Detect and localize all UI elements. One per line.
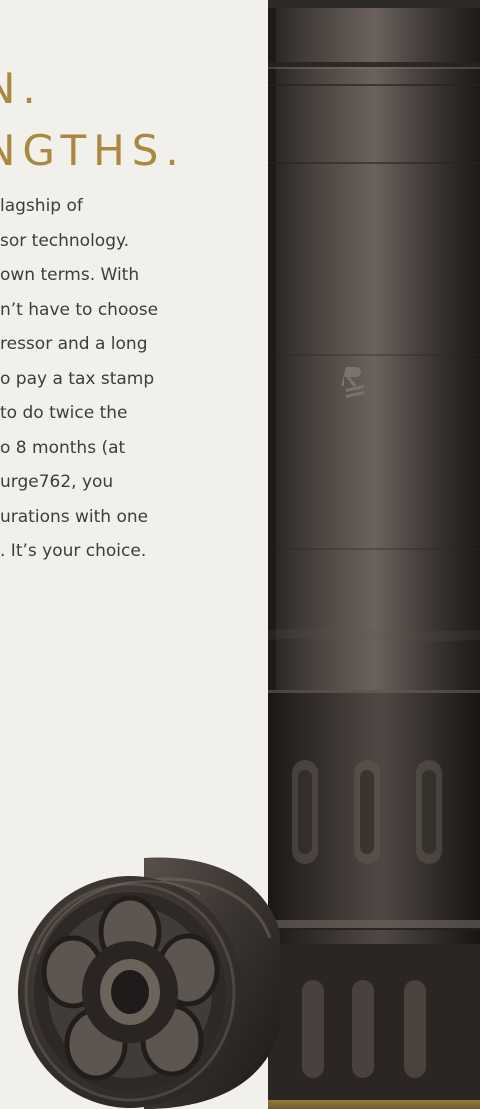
body-line: . It’s your choice. [0,541,147,561]
body-line: o 8 months (at [0,437,126,458]
body-line: own terms. With [0,265,140,285]
body-line: lagship of [0,196,83,216]
body-line: sor technology. [0,230,130,251]
body-line: o pay a tax stamp [0,368,155,389]
body-copy: lagship of sor technology. own terms. Wi… [0,189,270,569]
product-feature-section: N. NGTHS. lagship of sor technology. own… [0,0,480,1109]
body-line: urge762, you [0,472,114,492]
body-line: urations with one [0,506,149,527]
body-line: n’t have to choose [0,299,159,320]
suppressor-tube-icon [268,0,480,1109]
headline-line-2: NGTHS. [0,126,186,175]
body-line: ressor and a long [0,334,148,354]
headline-line-1: N. [0,64,43,113]
suppressor-module-icon [18,840,280,1109]
headline: N. NGTHS. [0,68,186,192]
body-line: to do twice the [0,403,128,423]
